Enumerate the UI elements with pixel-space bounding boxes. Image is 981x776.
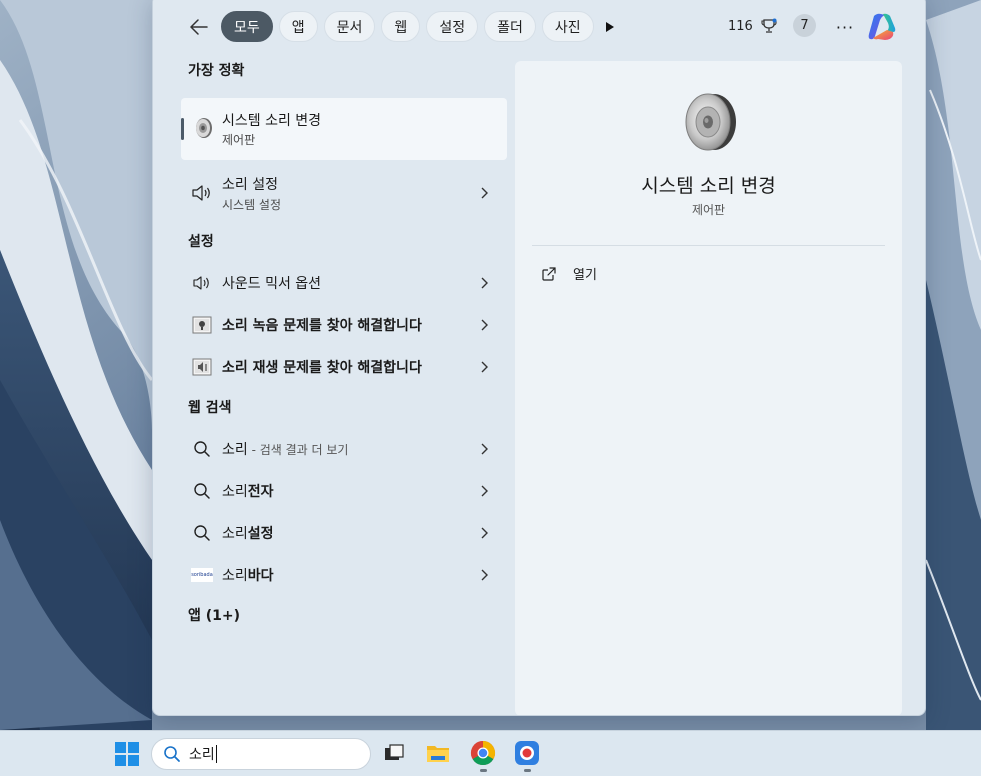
notification-badge[interactable]: 7 xyxy=(793,14,816,37)
screen-recorder-icon[interactable] xyxy=(514,740,540,766)
filter-web[interactable]: 웹 xyxy=(381,11,421,42)
search-icon xyxy=(191,439,213,459)
search-filter-bar: 모두 앱 문서 웹 설정 폴더 사진 116 7 ··· xyxy=(153,1,925,51)
more-filters-button[interactable] xyxy=(599,16,621,38)
start-search-panel: 모두 앱 문서 웹 설정 폴더 사진 116 7 ··· 가장 정확 시스템 소… xyxy=(152,0,926,716)
copilot-icon xyxy=(868,13,896,40)
web-result-label: 소리 - 검색 결과 더 보기 xyxy=(222,442,349,458)
settings-item-label: 사운드 믹서 옵션 xyxy=(222,276,322,292)
chevron-right-icon xyxy=(481,319,488,331)
chevron-right-icon xyxy=(481,527,488,539)
soribada-favicon: soribada xyxy=(191,565,213,585)
search-icon xyxy=(164,746,180,762)
web-result-soribada[interactable]: soribada 소리바다 xyxy=(181,554,507,596)
web-result-label: 소리바다 xyxy=(222,568,274,584)
settings-item-record-troubleshoot[interactable]: 소리 녹음 문제를 찾아 해결합니다 xyxy=(181,304,507,346)
detail-title: 시스템 소리 변경 xyxy=(641,175,776,197)
speaker-icon xyxy=(191,273,213,293)
open-action[interactable]: 열기 xyxy=(541,264,597,283)
speaker-large-icon xyxy=(685,93,736,151)
selection-indicator xyxy=(181,118,184,140)
taskbar: 소리 xyxy=(0,730,981,776)
best-match-heading: 가장 정확 xyxy=(188,63,245,79)
rewards-points[interactable]: 116 xyxy=(728,18,777,34)
filter-apps[interactable]: 앱 xyxy=(278,11,318,42)
web-result-label: 소리전자 xyxy=(222,484,274,500)
file-explorer-icon[interactable] xyxy=(425,740,451,766)
search-icon xyxy=(191,523,213,543)
troubleshoot-record-icon xyxy=(191,315,213,335)
settings-item-label: 소리 녹음 문제를 찾아 해결합니다 xyxy=(222,318,422,334)
web-search-heading: 웹 검색 xyxy=(188,400,232,416)
filter-settings[interactable]: 설정 xyxy=(426,11,479,42)
result-detail-pane: 시스템 소리 변경 제어판 열기 xyxy=(515,61,902,715)
taskbar-search-input[interactable]: 소리 xyxy=(151,738,371,770)
filter-folders[interactable]: 폴더 xyxy=(484,11,536,42)
settings-item-playback-troubleshoot[interactable]: 소리 재생 문제를 찾아 해결합니다 xyxy=(181,346,507,388)
speaker-icon xyxy=(191,183,213,203)
search-query: 소리 xyxy=(189,747,215,763)
running-indicator xyxy=(524,769,531,772)
open-label: 열기 xyxy=(573,268,597,283)
more-options-button[interactable]: ··· xyxy=(833,15,857,39)
open-external-icon xyxy=(542,266,556,281)
text-caret xyxy=(215,745,217,763)
running-indicator xyxy=(480,769,487,772)
chevron-right-icon xyxy=(481,569,488,581)
web-result-more[interactable]: 소리 - 검색 결과 더 보기 xyxy=(181,428,507,470)
chevron-right-icon xyxy=(481,485,488,497)
search-icon xyxy=(191,481,213,501)
speaker-control-panel-icon xyxy=(196,118,212,138)
web-result-sorijeonja[interactable]: 소리전자 xyxy=(181,470,507,512)
best-match-title: 시스템 소리 변경 xyxy=(222,113,322,129)
chrome-icon[interactable] xyxy=(470,740,496,766)
troubleshoot-play-icon xyxy=(191,357,213,377)
settings-heading: 설정 xyxy=(188,234,214,250)
windows-start-icon[interactable] xyxy=(115,742,139,766)
detail-subtitle: 제어판 xyxy=(691,203,726,217)
chevron-right-icon xyxy=(481,277,488,289)
web-result-label: 소리설정 xyxy=(222,526,274,542)
back-arrow-icon xyxy=(190,19,208,35)
settings-item-sound-mixer[interactable]: 사운드 믹서 옵션 xyxy=(181,262,507,304)
best-match-item[interactable]: 시스템 소리 변경 제어판 xyxy=(181,98,507,160)
chevron-right-icon xyxy=(481,361,488,373)
rewards-trophy-icon xyxy=(761,18,777,33)
filter-documents[interactable]: 문서 xyxy=(323,11,376,42)
best-match-subtitle: 제어판 xyxy=(222,133,256,147)
chevron-right-icon xyxy=(481,187,488,199)
web-result-sorisettings[interactable]: 소리설정 xyxy=(181,512,507,554)
copilot-button[interactable] xyxy=(865,10,899,44)
play-icon xyxy=(606,22,614,32)
detail-divider xyxy=(532,245,885,246)
sound-settings-subtitle: 시스템 설정 xyxy=(222,197,282,212)
filter-all[interactable]: 모두 xyxy=(221,11,273,42)
task-view-icon[interactable] xyxy=(381,740,407,766)
chevron-right-icon xyxy=(481,443,488,455)
apps-heading[interactable]: 앱 (1+) xyxy=(181,606,507,626)
filter-photos[interactable]: 사진 xyxy=(541,11,594,42)
sound-settings-item[interactable]: 소리 설정 시스템 설정 xyxy=(181,164,507,222)
back-button[interactable] xyxy=(187,15,211,39)
points-value: 116 xyxy=(728,18,753,34)
search-results-list: 가장 정확 시스템 소리 변경 제어판 소리 설정 시스템 설정 설정 사운드 … xyxy=(181,61,507,626)
filter-tabs: 모두 앱 문서 웹 설정 폴더 사진 xyxy=(221,11,594,42)
settings-item-label: 소리 재생 문제를 찾아 해결합니다 xyxy=(222,360,422,376)
sound-settings-title: 소리 설정 xyxy=(222,176,278,193)
